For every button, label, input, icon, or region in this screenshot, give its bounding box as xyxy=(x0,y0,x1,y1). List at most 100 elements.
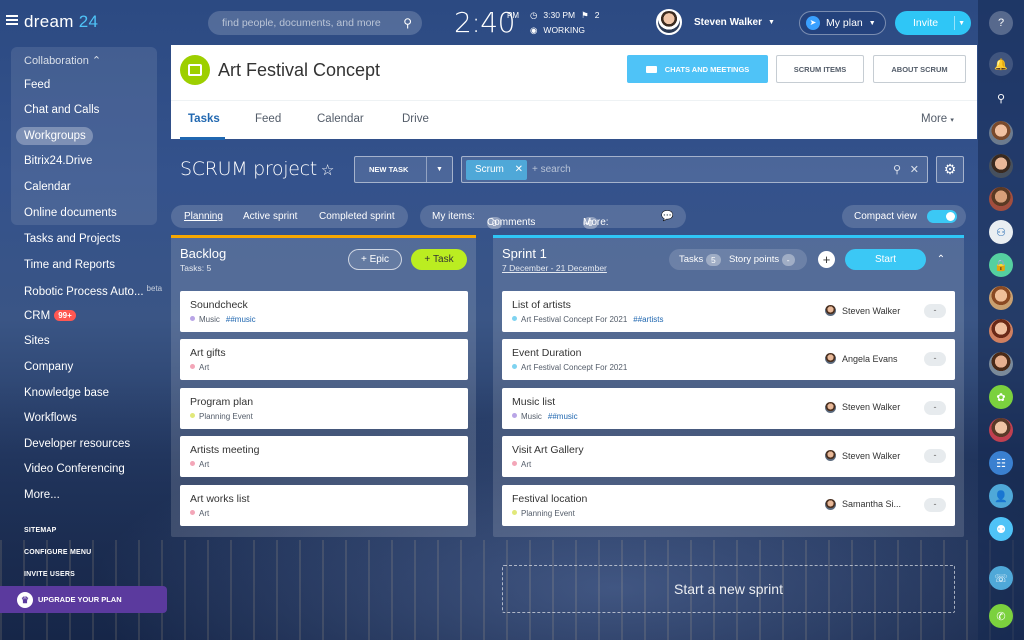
clock[interactable]: 2:40 xyxy=(454,6,515,39)
scrum-items-button[interactable]: SCRUM ITEMS xyxy=(776,55,864,83)
clear-icon[interactable]: ✕ xyxy=(910,163,919,176)
sidebar-item-workgroups[interactable]: Workgroups xyxy=(24,130,86,142)
add-icon[interactable]: + xyxy=(818,251,835,268)
star-icon[interactable]: ☆ xyxy=(321,161,334,179)
task-title[interactable]: Program plan xyxy=(190,396,253,408)
epic-name[interactable]: Music xyxy=(199,315,220,324)
task-card[interactable]: Visit Art Gallery Art Steven Walker - xyxy=(502,436,955,478)
close-icon[interactable]: ✕ xyxy=(515,164,523,175)
upgrade-plan-button[interactable]: ♛ UPGRADE YOUR PLAN xyxy=(0,586,167,613)
help-icon[interactable]: ? xyxy=(989,11,1013,35)
chats-meetings-button[interactable]: CHATS AND MEETINGS xyxy=(627,55,768,83)
story-points-badge[interactable]: - xyxy=(924,352,946,367)
work-status-block[interactable]: ◷ 3:30 PM ⚑ 2 ◉ WORKING xyxy=(530,8,605,38)
task-title[interactable]: Art works list xyxy=(190,493,250,505)
sidebar-item-tasks[interactable]: Tasks and Projects xyxy=(24,233,121,245)
sprint-dates[interactable]: 7 December - 21 December xyxy=(502,263,607,273)
contact-avatar[interactable] xyxy=(989,352,1013,376)
task-title[interactable]: Music list xyxy=(512,396,555,408)
open-channels-icon[interactable]: ☷ xyxy=(989,451,1013,475)
epic-name[interactable]: Planning Event xyxy=(199,412,253,421)
start-sprint-button[interactable]: Start xyxy=(845,249,926,270)
sidebar-item-sites[interactable]: Sites xyxy=(24,335,50,347)
contact-avatar[interactable] xyxy=(989,319,1013,343)
sidebar-item-company[interactable]: Company xyxy=(24,361,73,373)
search-icon[interactable]: ⚲ xyxy=(403,16,412,30)
task-title[interactable]: Soundcheck xyxy=(190,299,248,311)
tab-tasks[interactable]: Tasks xyxy=(188,113,220,125)
collapse-icon[interactable]: ⌃ xyxy=(932,249,950,270)
epic-name[interactable]: Art Festival Concept For 2021 xyxy=(521,363,627,372)
invite-button[interactable]: Invite ▼ xyxy=(895,11,971,35)
task-title[interactable]: List of artists xyxy=(512,299,571,311)
sidebar-item-chat[interactable]: Chat and Calls xyxy=(24,104,99,116)
group-avatar[interactable]: ✿ xyxy=(989,385,1013,409)
epic-name[interactable]: Art xyxy=(199,363,209,372)
responsible-user[interactable]: Steven Walker xyxy=(825,450,900,462)
configure-menu-link[interactable]: CONFIGURE MENU xyxy=(24,549,91,556)
task-title[interactable]: Festival location xyxy=(512,493,587,505)
story-points-badge[interactable]: - xyxy=(924,304,946,318)
start-new-sprint-button[interactable]: Start a new sprint xyxy=(502,565,955,613)
sidebar-item-crm[interactable]: CRM 99+ xyxy=(24,310,76,322)
sidebar-item-developer[interactable]: Developer resources xyxy=(24,438,130,450)
task-tag[interactable]: ##music xyxy=(226,315,256,324)
filter-chip[interactable]: Scrum ✕ xyxy=(466,160,527,180)
sidebar-item-workflows[interactable]: Workflows xyxy=(24,412,77,424)
toggle-switch[interactable] xyxy=(927,210,957,223)
task-card[interactable]: Art works list Art xyxy=(180,484,468,526)
tab-completed-sprint[interactable]: Completed sprint xyxy=(319,211,395,222)
tab-planning[interactable]: Planning xyxy=(184,211,223,222)
tab-feed[interactable]: Feed xyxy=(255,113,281,125)
add-user-icon[interactable]: ⚉ xyxy=(989,517,1013,541)
my-plan-button[interactable]: ➤ My plan ▼ xyxy=(799,11,886,35)
contact-avatar[interactable] xyxy=(989,286,1013,310)
sidebar-item-knowledge-base[interactable]: Knowledge base xyxy=(24,387,109,399)
sitemap-link[interactable]: SITEMAP xyxy=(24,527,57,534)
tab-calendar[interactable]: Calendar xyxy=(317,113,364,125)
sidebar-item-calendar[interactable]: Calendar xyxy=(24,181,71,193)
responsible-user[interactable]: Angela Evans xyxy=(825,353,898,365)
sidebar-item-feed[interactable]: Feed xyxy=(24,79,50,91)
contact-avatar[interactable] xyxy=(989,121,1013,145)
task-title[interactable]: Event Duration xyxy=(512,347,581,359)
tab-drive[interactable]: Drive xyxy=(402,113,429,125)
task-title[interactable]: Artists meeting xyxy=(190,444,259,456)
task-title[interactable]: Visit Art Gallery xyxy=(512,444,584,456)
task-card[interactable]: Program plan Planning Event xyxy=(180,387,468,429)
lock-icon[interactable]: 🔒 xyxy=(989,253,1013,277)
story-points-badge[interactable]: - xyxy=(924,449,946,464)
add-epic-button[interactable]: + Epic xyxy=(348,249,402,270)
task-card[interactable]: Event Duration Art Festival Concept For 2… xyxy=(502,339,955,381)
epic-name[interactable]: Art Festival Concept For 2021 xyxy=(521,315,627,324)
task-tag[interactable]: ##music xyxy=(548,412,578,421)
task-title[interactable]: Art gifts xyxy=(190,347,226,359)
sidebar-item-online-documents[interactable]: Online documents xyxy=(24,207,117,219)
search-icon[interactable]: ⚲ xyxy=(893,163,901,176)
task-card[interactable]: Soundcheck Music ##music xyxy=(180,291,468,332)
task-tag[interactable]: ##artists xyxy=(633,315,663,324)
new-task-button[interactable]: NEW TASK ▼ xyxy=(354,156,453,183)
about-scrum-button[interactable]: ABOUT SCRUM xyxy=(873,55,966,83)
sidebar-item-video[interactable]: Video Conferencing xyxy=(24,463,125,475)
sidebar-item-drive[interactable]: Bitrix24.Drive xyxy=(24,155,92,167)
chevron-down-icon[interactable]: ▼ xyxy=(426,157,452,182)
add-task-button[interactable]: + Task xyxy=(411,249,467,270)
contact-avatar[interactable] xyxy=(989,187,1013,211)
responsible-user[interactable]: Samantha Si... xyxy=(825,498,901,510)
story-points-badge[interactable]: - xyxy=(924,400,946,415)
epic-name[interactable]: Music xyxy=(521,412,542,421)
collaboration-header[interactable]: Collaboration ⌃ xyxy=(24,54,101,67)
epic-name[interactable]: Art xyxy=(199,509,209,518)
contact-avatar[interactable] xyxy=(989,154,1013,178)
epic-name[interactable]: Art xyxy=(521,460,531,469)
compact-view-toggle[interactable]: Compact view xyxy=(842,205,966,228)
task-card[interactable]: Festival location Planning Event Samantha … xyxy=(502,484,955,526)
task-card[interactable]: Artists meeting Art xyxy=(180,436,468,478)
filter-search[interactable]: Scrum ✕ + search ⚲ ✕ xyxy=(461,156,928,183)
phone-icon[interactable]: ✆ xyxy=(989,604,1013,628)
user-icon[interactable]: 👤 xyxy=(989,484,1013,508)
epic-name[interactable]: Planning Event xyxy=(521,509,575,518)
search-input[interactable]: find people, documents, and more ⚲ xyxy=(208,11,422,35)
responsible-user[interactable]: Steven Walker xyxy=(825,401,900,413)
